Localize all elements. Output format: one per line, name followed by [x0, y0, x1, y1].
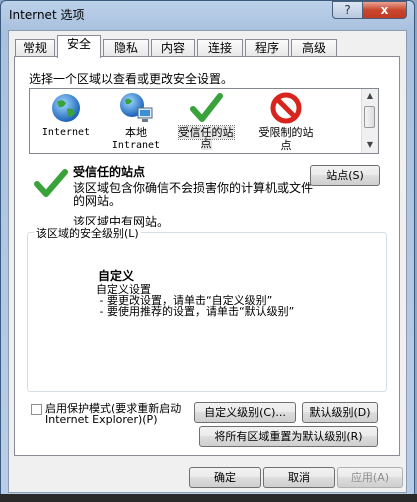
intranet-globe-icon — [118, 91, 154, 125]
internet-options-dialog: Internet 选项 ? x 常规 安全 隐私 内容 连接 程序 高级 选择一… — [0, 0, 415, 500]
security-level-label: 该区域的安全级别(L) — [34, 225, 141, 241]
zone-local-intranet[interactable]: 本地 Intranet — [101, 91, 171, 151]
trusted-check-icon — [33, 169, 69, 199]
zone-intranet-label-2: Intranet — [111, 140, 161, 151]
protected-mode-checkbox[interactable] — [31, 404, 42, 415]
close-button[interactable]: x — [362, 1, 407, 19]
zone-prompt: 选择一个区域以查看或更改安全设置。 — [29, 72, 234, 86]
tab-content[interactable]: 内容 — [151, 39, 195, 57]
zone-intranet-label-1: 本地 — [125, 126, 147, 139]
custom-level-button[interactable]: 自定义级别(C)... — [194, 402, 296, 423]
selected-zone-title: 受信任的站点 — [73, 165, 146, 179]
zone-internet[interactable]: Internet — [31, 91, 101, 138]
dialog-client-area: 常规 安全 隐私 内容 连接 程序 高级 选择一个区域以查看或更改安全设置。 I… — [8, 30, 407, 493]
zone-internet-label: Internet — [41, 127, 91, 138]
tab-connections[interactable]: 连接 — [197, 39, 243, 57]
window-title: Internet 选项 — [9, 8, 85, 22]
tab-security[interactable]: 安全 — [57, 35, 101, 58]
tab-general[interactable]: 常规 — [15, 39, 55, 57]
help-button[interactable]: ? — [332, 1, 363, 19]
sites-button[interactable]: 站点(S) — [310, 165, 380, 186]
tab-privacy[interactable]: 隐私 — [103, 39, 149, 57]
selected-zone-description: 该区域包含你确信不会损害你的计算机或文件的网站。 — [73, 181, 314, 208]
protected-mode-label: 启用保护模式(要求重新启动 Internet Explorer)(P) — [45, 402, 182, 426]
prohibited-icon — [268, 91, 304, 125]
reset-all-zones-button[interactable]: 将所有区域重置为默认级别(R) — [199, 426, 378, 447]
zone-trusted-label: 受信任的站 点 — [177, 125, 235, 150]
tab-programs[interactable]: 程序 — [245, 39, 289, 57]
zone-list[interactable]: Internet 本地 Intranet 受信任的站 点 受限制的站 点 ▲ ▼ — [29, 88, 379, 154]
taskbar-strip — [0, 494, 417, 502]
cancel-button[interactable]: 取消 — [263, 467, 335, 488]
zone-restricted-sites[interactable]: 受限制的站 点 — [251, 91, 321, 151]
scroll-down-icon[interactable]: ▼ — [364, 139, 376, 151]
globe-icon — [48, 91, 84, 125]
zone-restricted-label-1: 受限制的站 — [258, 126, 314, 139]
scroll-thumb[interactable] — [364, 106, 375, 128]
check-mark-icon — [188, 91, 224, 125]
zone-restricted-label-2: 点 — [280, 139, 292, 152]
security-level-title: 自定义 — [98, 269, 135, 283]
security-level-description: 自定义设置 - 要更改设置，请单击“自定义级别” - 要使用推荐的设置，请单击“… — [96, 283, 295, 318]
zone-list-scrollbar[interactable]: ▲ ▼ — [361, 89, 378, 153]
title-bar[interactable]: Internet 选项 ? x — [1, 1, 414, 27]
scroll-up-icon[interactable]: ▲ — [364, 90, 376, 102]
security-level-group: 该区域的安全级别(L) 自定义 自定义设置 - 要更改设置，请单击“自定义级别”… — [27, 225, 387, 392]
security-panel: 选择一个区域以查看或更改安全设置。 Internet 本地 Intranet 受… — [14, 56, 400, 456]
zone-trusted-sites[interactable]: 受信任的站 点 — [171, 91, 241, 150]
tab-advanced[interactable]: 高级 — [291, 39, 337, 57]
ok-button[interactable]: 确定 — [189, 467, 261, 488]
apply-button[interactable]: 应用(A) — [337, 467, 403, 488]
default-level-button[interactable]: 默认级别(D) — [302, 402, 378, 423]
